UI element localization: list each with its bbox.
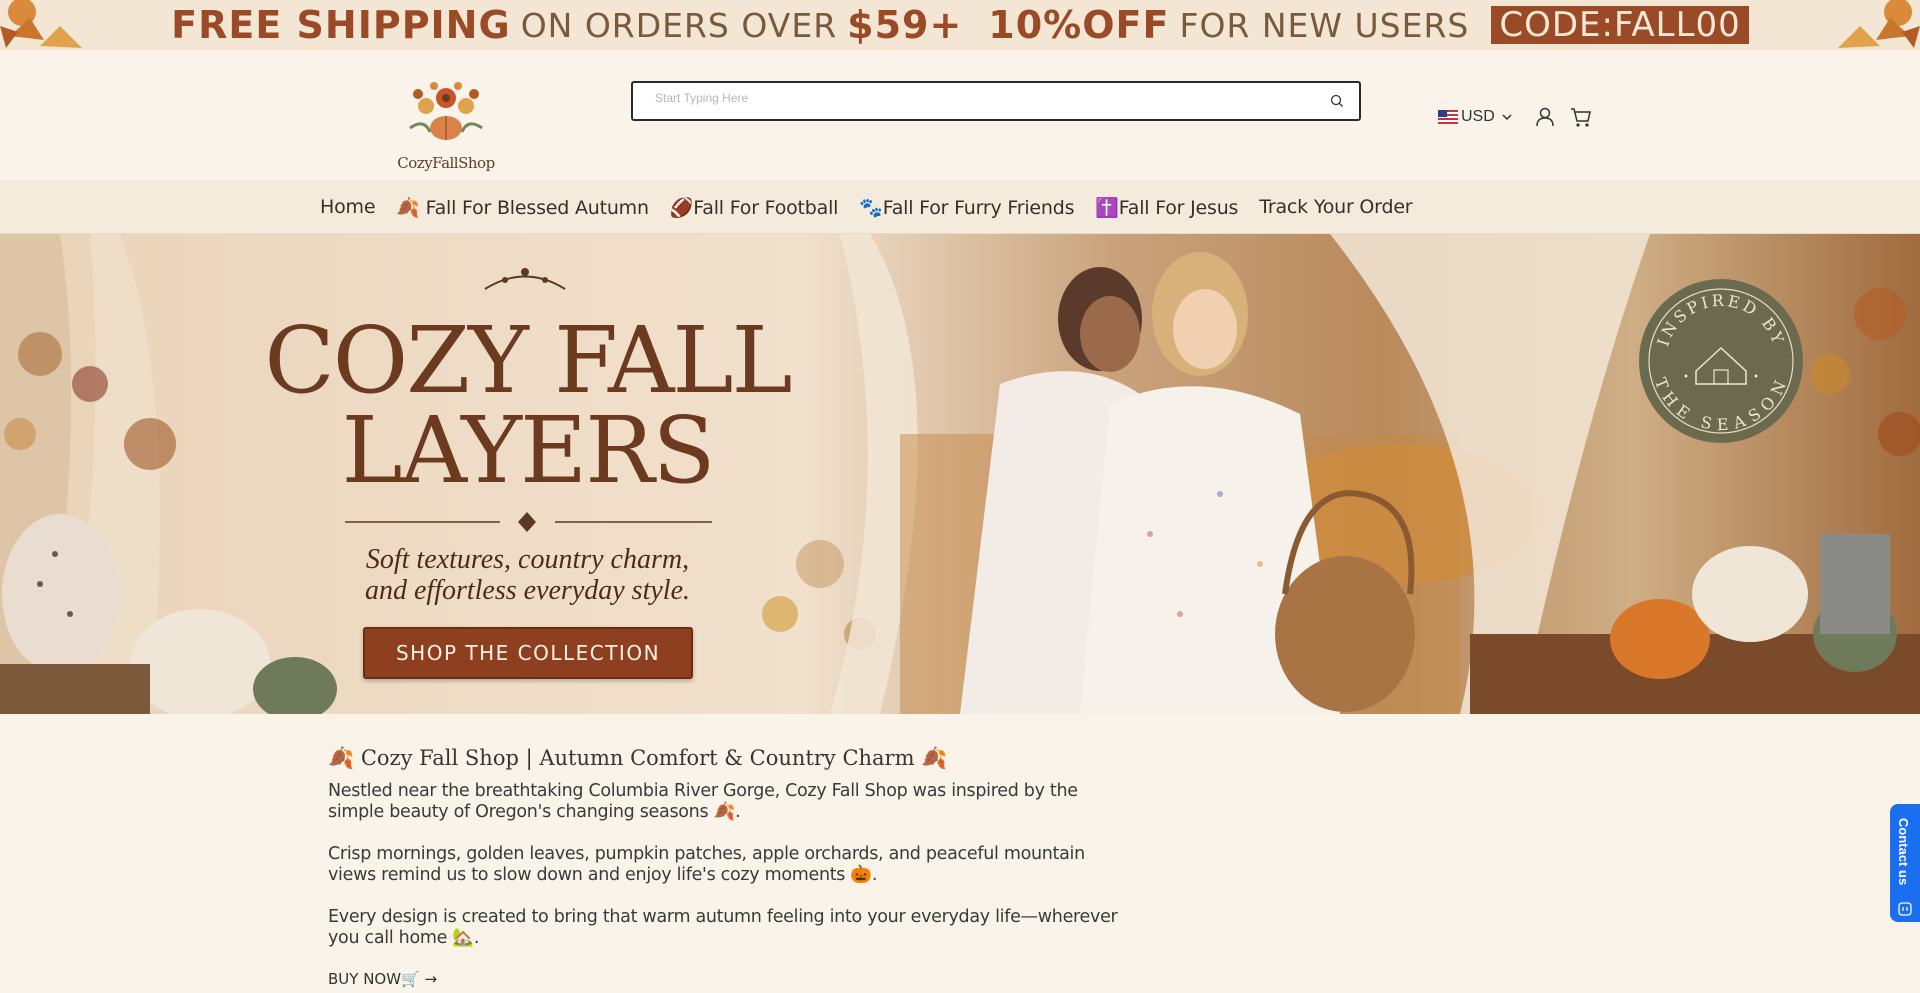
- site-header: CozyFallShop USD: [0, 50, 1920, 180]
- discount-text: 10%OFF: [988, 3, 1170, 47]
- search-input[interactable]: [655, 91, 1295, 105]
- main-nav: Home 🍂 Fall For Blessed Autumn 🏈Fall For…: [0, 180, 1920, 234]
- about-paragraph: Crisp mornings, golden leaves, pumpkin p…: [328, 844, 1085, 885]
- hero-title: COZY FALL LAYERS: [230, 307, 825, 504]
- search-box[interactable]: [631, 81, 1361, 121]
- hero-title-line1: COZY FALL: [264, 307, 792, 414]
- hero-subtitle-line2: and effortless everyday style.: [364, 575, 690, 606]
- announcement-bar: FREE SHIPPING ON ORDERS OVER $59+ 10%OFF…: [0, 0, 1920, 50]
- about-heading: 🍂 Cozy Fall Shop | Autumn Comfort & Coun…: [328, 746, 948, 770]
- on-orders-text: ON ORDERS OVER: [520, 5, 838, 45]
- announcement-text: FREE SHIPPING ON ORDERS OVER $59+ 10%OFF…: [0, 0, 1920, 50]
- about-paragraph: Every design is created to bring that wa…: [328, 907, 1118, 948]
- nav-item-football[interactable]: 🏈Fall For Football: [670, 196, 839, 219]
- hero-title-line2: LAYERS: [341, 397, 716, 504]
- us-flag-icon: [1438, 110, 1458, 124]
- buy-now-link[interactable]: BUY NOW🛒 →: [328, 970, 1128, 988]
- search-icon[interactable]: [1329, 93, 1345, 109]
- nav-item-track-order[interactable]: Track Your Order: [1259, 196, 1412, 218]
- nav-item-furry-friends[interactable]: 🐾Fall For Furry Friends: [859, 196, 1074, 219]
- hero-banner: COZY FALL LAYERS Soft textures, country …: [0, 234, 1920, 714]
- contact-us-label: Contact us: [1896, 818, 1911, 886]
- nav-item-home[interactable]: Home: [320, 196, 376, 218]
- nav-item-jesus[interactable]: ✝️Fall For Jesus: [1095, 196, 1238, 219]
- nav-item-blessed-autumn[interactable]: 🍂 Fall For Blessed Autumn: [396, 196, 649, 219]
- free-shipping-text: FREE SHIPPING: [171, 3, 511, 47]
- shop-collection-button[interactable]: SHOP THE COLLECTION: [363, 627, 693, 679]
- account-icon[interactable]: [1534, 106, 1556, 128]
- new-users-text: FOR NEW USERS: [1179, 5, 1470, 45]
- hero-subtitle-line1: Soft textures, country charm,: [365, 544, 690, 575]
- about-section: 🍂 Cozy Fall Shop | Autumn Comfort & Coun…: [328, 746, 1128, 988]
- site-logo[interactable]: CozyFallShop: [390, 76, 502, 176]
- flower-pumpkin-logo-icon: [409, 82, 483, 140]
- cart-icon[interactable]: [1569, 105, 1593, 129]
- promo-code: CODE:FALL00: [1491, 6, 1749, 44]
- threshold-amount: $59+: [847, 3, 963, 47]
- inspired-by-season-badge: INSPIRED BY THE SEASON: [1639, 279, 1803, 443]
- currency-selector[interactable]: USD: [1438, 106, 1513, 128]
- about-paragraph: Nestled near the breathtaking Columbia R…: [328, 781, 1078, 822]
- logo-text: CozyFallShop: [397, 154, 495, 172]
- chevron-down-icon: [1502, 114, 1512, 121]
- currency-label: USD: [1461, 108, 1495, 125]
- contact-us-tab[interactable]: Contact us: [1890, 804, 1920, 922]
- chat-icon: [1898, 902, 1912, 916]
- hero-subtitle: Soft textures, country charm, and effort…: [300, 544, 755, 606]
- autumn-leaves-icon: [1838, 0, 1920, 48]
